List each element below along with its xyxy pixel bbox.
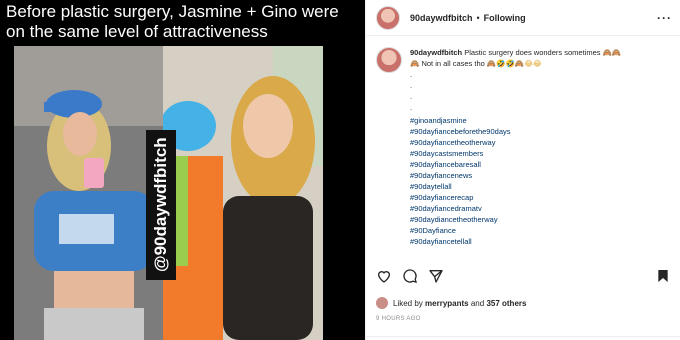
post-timestamp: 9 HOURS AGO (376, 316, 421, 322)
comment-text-line2: Not in all cases tho (421, 59, 485, 68)
caption-comment: 90daywdfbitch Plastic surgery does wonde… (376, 47, 671, 247)
dot-line: . (410, 81, 413, 90)
hashtag-link[interactable]: #90dayfiancetellall (410, 236, 670, 247)
header-separator: • (476, 12, 480, 23)
dots: . . . . (410, 69, 670, 113)
likes-and: and (470, 298, 485, 308)
emoji-faces: 🙈🤣🤣🙈😂😂 (486, 59, 542, 68)
hashtag-link[interactable]: #90daycastsmembers (410, 148, 670, 159)
dot-line: . (410, 70, 413, 79)
liker-avatar (376, 297, 388, 309)
hashtag-link[interactable]: #90daydiancetheotherway (410, 214, 670, 225)
likes-others-link[interactable]: 357 others (486, 299, 526, 308)
photo-before-jasmine (14, 46, 164, 340)
media-caption: Before plastic surgery, Jasmine + Gino w… (6, 2, 339, 41)
hashtag-link[interactable]: #90daytellall (410, 181, 670, 192)
more-icon[interactable]: ··· (657, 11, 672, 25)
photo-before-gino (163, 46, 323, 340)
action-bar (376, 268, 671, 288)
hashtag-link[interactable]: #90dayfiancenews (410, 170, 670, 181)
post-media[interactable]: Before plastic surgery, Jasmine + Gino w… (0, 0, 365, 340)
emoji-monkey: 🙈 (410, 59, 420, 68)
hashtag-list: #ginoandjasmine #90dayfiancebeforethe90d… (410, 115, 670, 247)
hashtag-link[interactable]: #90dayfiancebaresall (410, 159, 670, 170)
divider (366, 336, 680, 337)
hashtag-link[interactable]: #90dayfiancedramatv (410, 203, 670, 214)
likes-prefix: Liked by (393, 298, 423, 308)
comment-icon[interactable] (402, 268, 418, 284)
hashtag-link[interactable]: #90dayfiancerecap (410, 192, 670, 203)
hashtag-link[interactable]: #90dayfiancetheotherway (410, 137, 670, 148)
header-username[interactable]: 90daywdfbitch (410, 13, 473, 23)
watermark-text: @90daywdfbitch (146, 130, 176, 280)
comment-avatar[interactable] (376, 47, 402, 73)
dot-line: . (410, 103, 413, 112)
bookmark-icon[interactable] (655, 268, 671, 284)
hashtag-link[interactable]: #90dayfiancebeforethe90days (410, 126, 670, 137)
comment-text-line1: Plastic surgery does wonders sometimes (464, 48, 601, 57)
likes-summary: Liked by merrypants and 357 others (376, 297, 526, 309)
liker-username[interactable]: merrypants (425, 299, 469, 308)
hashtag-link[interactable]: #90Dayfiance (410, 225, 670, 236)
following-button[interactable]: Following (484, 13, 526, 23)
comment-body: 90daywdfbitch Plastic surgery does wonde… (410, 47, 670, 247)
post-sidebar: 90daywdfbitch • Following ··· 90daywdfbi… (365, 0, 680, 340)
emoji-monkeys: 🙈🙈 (602, 48, 622, 57)
comment-username[interactable]: 90daywdfbitch (410, 48, 462, 57)
share-icon[interactable] (428, 268, 444, 284)
dot-line: . (410, 92, 413, 101)
avatar[interactable] (376, 5, 400, 30)
hashtag-link[interactable]: #ginoandjasmine (410, 115, 670, 126)
heart-icon[interactable] (376, 268, 392, 284)
post-header: 90daywdfbitch • Following ··· (366, 0, 680, 36)
